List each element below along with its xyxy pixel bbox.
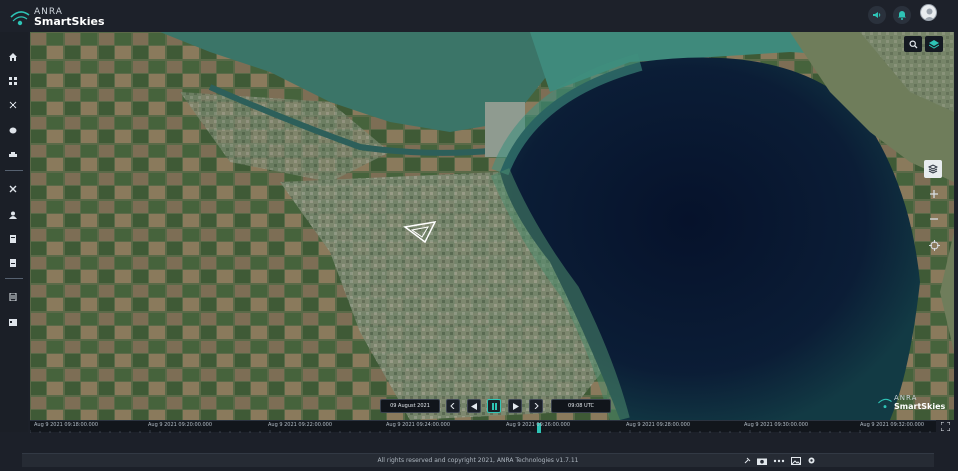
app-window: ANRA SmartSkies ANRA SmartSkies 09 Augus… xyxy=(0,0,958,471)
drone-icon xyxy=(9,101,17,109)
user-avatar[interactable] xyxy=(920,4,937,21)
play-reverse-icon xyxy=(470,402,477,410)
calendar-icon xyxy=(9,319,17,326)
zoom-out-button[interactable] xyxy=(924,209,944,229)
timeline-label: Aug 9 2021 09:24:00.000 xyxy=(386,422,451,428)
map-layers-button[interactable] xyxy=(925,36,943,52)
left-sidebar xyxy=(0,32,28,432)
more-dots-icon[interactable] xyxy=(773,459,785,463)
pause-button[interactable] xyxy=(487,399,501,413)
sidebar-item-calendar[interactable] xyxy=(6,315,20,329)
bell-icon xyxy=(898,11,906,20)
list-icon xyxy=(9,293,17,301)
skip-back-button[interactable] xyxy=(446,399,460,413)
map-watermark-logo: ANRA SmartSkies xyxy=(876,394,945,411)
layers-icon xyxy=(929,39,939,49)
watermark-line1: ANRA xyxy=(894,394,918,402)
pin-icon[interactable] xyxy=(744,457,751,464)
sidebar-item-home[interactable] xyxy=(6,50,20,64)
camera-icon[interactable] xyxy=(757,457,767,465)
sidebar-item-dashboard[interactable] xyxy=(6,74,20,88)
sidebar-item-vehicles[interactable] xyxy=(6,148,20,162)
brand-logo[interactable]: ANRA SmartSkies xyxy=(8,6,105,28)
tools-icon xyxy=(9,185,17,193)
audio-toggle-button[interactable] xyxy=(868,6,886,24)
timeline-label: Aug 9 2021 09:20:00.000 xyxy=(148,422,213,428)
drone-logo-icon xyxy=(878,398,892,408)
sidebar-item-documents[interactable] xyxy=(6,232,20,246)
image-icon[interactable] xyxy=(791,456,801,465)
sidebar-item-users[interactable] xyxy=(6,208,20,222)
user-avatar-icon xyxy=(924,8,935,20)
vehicle-icon xyxy=(9,152,17,157)
map-imagery xyxy=(30,32,954,420)
timeline-label: Aug 9 2021 09:32:00.000 xyxy=(860,422,925,428)
zoom-in-button[interactable] xyxy=(924,184,944,204)
fullscreen-icon xyxy=(940,421,950,431)
map-search-button[interactable] xyxy=(904,36,922,52)
timeline-scrubber[interactable]: Aug 9 2021 09:18:00.000 Aug 9 2021 09:20… xyxy=(30,420,936,433)
chevron-left-icon xyxy=(450,403,455,409)
page-footer: All rights reserved and copyright 2021, … xyxy=(22,453,934,467)
user-icon xyxy=(9,211,17,219)
gear-icon[interactable] xyxy=(807,456,816,465)
sidebar-item-drones[interactable] xyxy=(6,98,20,112)
watermark-line2: SmartSkies xyxy=(894,402,946,411)
sidebar-item-settings[interactable] xyxy=(6,290,20,304)
sidebar-item-messages[interactable] xyxy=(6,124,20,138)
plus-icon xyxy=(930,190,938,198)
playback-time-display[interactable]: 09:08 UTC xyxy=(551,399,611,413)
grid-icon xyxy=(9,77,17,85)
home-icon xyxy=(9,53,17,61)
speaker-icon xyxy=(873,12,881,18)
timeline-label: Aug 9 2021 09:22:00.000 xyxy=(268,422,333,428)
skip-forward-button[interactable] xyxy=(529,399,543,413)
layer-stack-icon xyxy=(928,164,938,174)
chevron-right-icon xyxy=(534,403,539,409)
minus-icon xyxy=(930,218,938,220)
playback-date-display[interactable]: 09 August 2021 xyxy=(380,399,440,413)
crosshair-icon xyxy=(928,239,940,251)
timeline-label: Aug 9 2021 09:18:00.000 xyxy=(34,422,99,428)
search-icon xyxy=(909,40,917,48)
sidebar-divider xyxy=(5,278,23,279)
sidebar-divider xyxy=(5,170,23,171)
footer-toolbar xyxy=(744,456,816,465)
locate-me-button[interactable] xyxy=(924,235,944,255)
top-header: ANRA SmartSkies xyxy=(0,0,958,32)
play-icon xyxy=(512,402,519,410)
timeline-label: Aug 9 2021 09:28:00.000 xyxy=(626,422,691,428)
pause-icon xyxy=(491,402,497,410)
play-forward-button[interactable] xyxy=(508,399,522,413)
brand-line2: SmartSkies xyxy=(34,15,105,28)
timeline-label: Aug 9 2021 09:30:00.000 xyxy=(744,422,809,428)
timeline-label: Aug 9 2021 09:26:00.000 xyxy=(506,422,571,428)
draw-tool-button[interactable] xyxy=(924,160,942,178)
notifications-button[interactable] xyxy=(893,6,911,24)
satellite-map[interactable]: ANRA SmartSkies xyxy=(30,32,954,420)
sidebar-item-tools[interactable] xyxy=(6,182,20,196)
sidebar-item-reports[interactable] xyxy=(6,256,20,270)
play-reverse-button[interactable] xyxy=(467,399,481,413)
document-icon xyxy=(10,235,16,243)
chat-bubble-icon xyxy=(9,127,17,134)
drone-logo-icon xyxy=(10,11,30,26)
fullscreen-button[interactable] xyxy=(938,420,952,432)
report-icon xyxy=(10,259,16,267)
